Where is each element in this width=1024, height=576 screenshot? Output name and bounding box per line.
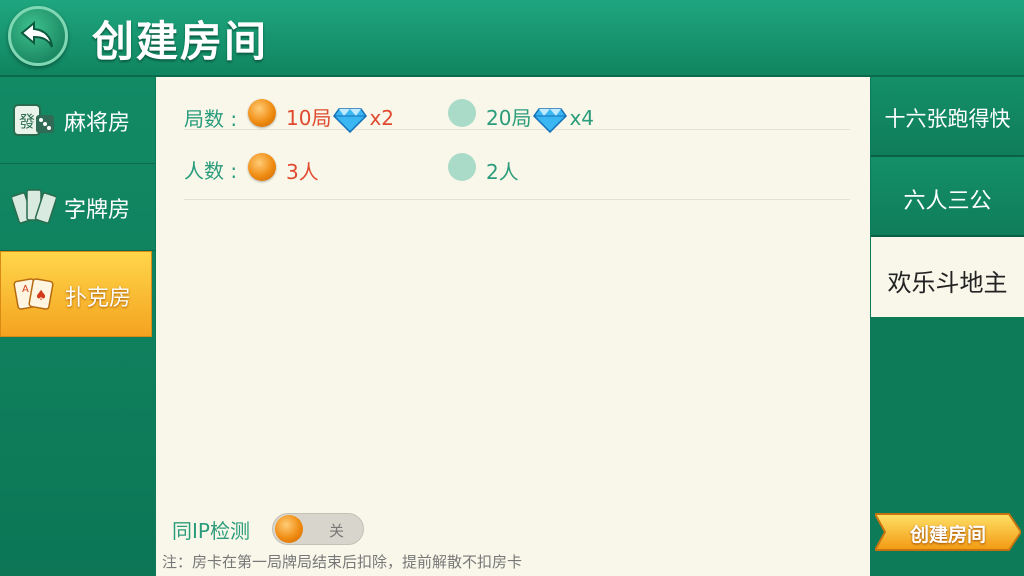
header-bar: 创建房间 bbox=[0, 0, 1024, 77]
rounds-cost: x4 bbox=[569, 106, 595, 130]
toggle-state-text: 关 bbox=[329, 522, 345, 540]
diamond-icon bbox=[333, 107, 368, 133]
game-type-six-person[interactable]: 六人三公 bbox=[871, 157, 1024, 237]
room-card-note: 注：房卡在第一局牌局结束后扣除，提前解散不扣房卡 bbox=[162, 553, 523, 571]
rounds-option-10[interactable]: 10局 x2 bbox=[248, 97, 418, 133]
sidebar-item-poker[interactable]: ♠ A 扑克房 bbox=[0, 251, 152, 337]
sidebar-item-label: 扑克房 bbox=[65, 286, 132, 311]
rounds-option-20[interactable]: 20局 x4 bbox=[448, 97, 648, 133]
svg-text:♠: ♠ bbox=[35, 288, 48, 304]
svg-text:發: 發 bbox=[19, 112, 35, 131]
game-type-label: 十六张跑得快 bbox=[884, 107, 1011, 131]
ip-check-toggle[interactable]: 关 bbox=[272, 513, 364, 545]
game-type-label: 欢乐斗地主 bbox=[887, 269, 1008, 297]
players-option-2[interactable]: 2人 bbox=[448, 151, 568, 184]
rounds-option-text: 10局 bbox=[286, 106, 332, 130]
players-option-text: 2人 bbox=[486, 160, 519, 184]
paper-cards-icon bbox=[12, 189, 56, 224]
page-title: 创建房间 bbox=[92, 17, 269, 66]
toggle-knob[interactable] bbox=[275, 515, 303, 543]
radio-selected[interactable] bbox=[248, 99, 276, 127]
sidebar-item-label: 字牌房 bbox=[64, 198, 131, 223]
room-settings-panel: 局数 : 10局 x2 20局 x4 人数 : 3人 2人 同IP检测 关 注：房卡… bbox=[156, 77, 870, 576]
ip-check-label: 同IP检测 bbox=[172, 519, 250, 543]
back-arrow-icon bbox=[20, 20, 53, 48]
rounds-label: 局数 : bbox=[184, 107, 238, 131]
players-option-3[interactable]: 3人 bbox=[248, 151, 368, 184]
create-room-button[interactable]: 创建房间 bbox=[875, 512, 1021, 552]
svg-text:A: A bbox=[22, 284, 29, 295]
game-type-sidebar: 十六张跑得快 六人三公 欢乐斗地主 bbox=[871, 77, 1024, 576]
create-room-label: 创建房间 bbox=[909, 524, 986, 546]
players-label: 人数 : bbox=[184, 159, 238, 183]
mahjong-tile-icon: 發 bbox=[13, 104, 54, 136]
players-row: 人数 : 3人 2人 bbox=[184, 147, 850, 200]
radio-selected[interactable] bbox=[248, 153, 276, 181]
poker-cards-icon: ♠ A bbox=[13, 278, 54, 310]
game-type-sixteen-cards[interactable]: 十六张跑得快 bbox=[871, 77, 1024, 157]
game-type-doudizhu[interactable]: 欢乐斗地主 bbox=[871, 237, 1024, 317]
rounds-cost: x2 bbox=[369, 106, 395, 130]
room-type-sidebar: 發 麻将房 字牌房 ♠ A 扑克房 bbox=[0, 77, 155, 576]
back-button[interactable] bbox=[8, 6, 68, 66]
players-option-text: 3人 bbox=[286, 160, 319, 184]
diamond-icon bbox=[533, 107, 568, 133]
sidebar-item-mahjong[interactable]: 發 麻将房 bbox=[0, 77, 155, 164]
sidebar-item-label: 麻将房 bbox=[64, 111, 131, 136]
rounds-option-text: 20局 bbox=[486, 106, 532, 130]
radio-unselected[interactable] bbox=[448, 99, 476, 127]
radio-unselected[interactable] bbox=[448, 153, 476, 181]
sidebar-item-paper-cards[interactable]: 字牌房 bbox=[0, 164, 155, 251]
rounds-row: 局数 : 10局 x2 20局 x4 bbox=[184, 77, 850, 133]
game-type-label: 六人三公 bbox=[903, 189, 992, 214]
